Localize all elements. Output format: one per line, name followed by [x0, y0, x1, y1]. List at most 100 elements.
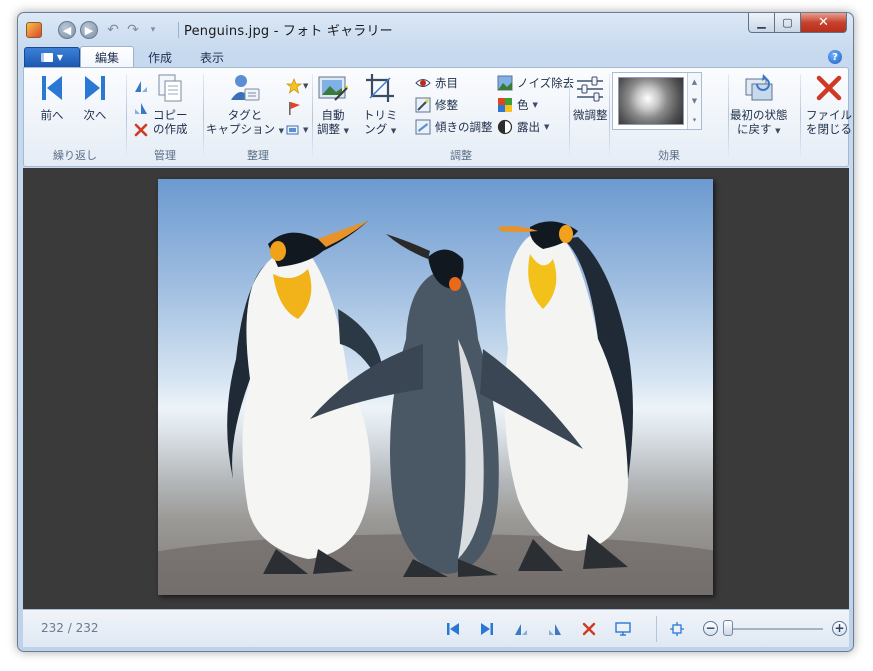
- file-menu-icon: [40, 53, 53, 62]
- window-title: Penguins.jpg - フォト ギャラリー: [184, 24, 393, 39]
- previous-button[interactable]: 前へ: [36, 72, 68, 122]
- delete-icon[interactable]: [133, 122, 149, 138]
- zoom-out-button[interactable]: −: [703, 621, 718, 636]
- zoom-slider-thumb[interactable]: [723, 620, 733, 636]
- chevron-down-icon[interactable]: ▼: [303, 82, 308, 90]
- close-file-label: ファイル を閉じる: [806, 108, 852, 136]
- retouch-button[interactable]: 修整: [415, 95, 458, 115]
- actual-size-icon[interactable]: [669, 621, 685, 637]
- fine-tune-label: 微調整: [573, 108, 608, 122]
- crop-label-line2: ング: [364, 122, 388, 136]
- tab-view[interactable]: 表示: [186, 47, 238, 68]
- noise-reduction-button[interactable]: ノイズ除去: [497, 73, 574, 93]
- group-organize: タグと キャプション ▼ ▼ ▼ 整理: [204, 68, 312, 166]
- photo-viewer[interactable]: [23, 168, 849, 609]
- properties-icon[interactable]: [286, 122, 302, 138]
- group-separator: [728, 74, 729, 158]
- back-icon[interactable]: ◀: [58, 21, 76, 39]
- close-file-label-line1: ファイル: [806, 108, 852, 122]
- chevron-down-icon[interactable]: ▼: [303, 126, 308, 134]
- gallery-expand-icon[interactable]: ▾: [693, 116, 697, 124]
- chevron-down-icon: ▼: [775, 127, 781, 135]
- make-copy-label: コピー の作成: [153, 108, 188, 136]
- group-navigate: 前へ 次へ 繰り返し: [24, 68, 126, 166]
- fine-tune-button[interactable]: 微調整: [573, 72, 608, 122]
- revert-to-original-button[interactable]: 最初の状態 に戻す ▼: [730, 72, 788, 138]
- redo-icon[interactable]: ↷: [124, 21, 142, 39]
- chevron-down-icon: ▼: [278, 127, 285, 135]
- next-icon[interactable]: [479, 621, 495, 637]
- gallery-scrollbar[interactable]: ▲ ▼ ▾: [687, 73, 701, 129]
- next-icon: [85, 76, 105, 100]
- eye-icon: [415, 79, 431, 87]
- exposure-button[interactable]: 露出 ▼: [497, 117, 549, 137]
- tags-captions-label-line2: キャプション: [206, 122, 275, 136]
- crop-button[interactable]: トリミ ング ▼: [363, 72, 398, 138]
- noise-reduction-label: ノイズ除去: [517, 76, 575, 90]
- delete-icon[interactable]: [581, 621, 597, 637]
- tab-create[interactable]: 作成: [134, 47, 186, 68]
- minimize-icon: ▁: [757, 16, 766, 29]
- rotate-right-icon[interactable]: [547, 621, 563, 637]
- status-separator: [656, 616, 657, 642]
- zoom-in-button[interactable]: +: [832, 621, 847, 636]
- auto-adjust-icon: [318, 76, 349, 101]
- effect-thumbnail-bw[interactable]: [618, 77, 684, 125]
- photo-gallery-app-icon[interactable]: [26, 22, 42, 38]
- flag-icon[interactable]: [286, 100, 302, 116]
- group-label-effects: 効果: [658, 149, 680, 162]
- rotate-left-icon[interactable]: [513, 621, 529, 637]
- crop-label: トリミ ング ▼: [363, 108, 398, 138]
- rotate-left-icon[interactable]: [133, 78, 149, 94]
- tags-captions-label: タグと キャプション ▼: [206, 108, 284, 138]
- status-bar: 232 / 232 − +: [23, 609, 849, 647]
- chevron-down-icon: ▼: [532, 101, 538, 109]
- close-file-label-line2: を閉じる: [806, 122, 852, 136]
- chevron-down-icon[interactable]: ▼: [692, 97, 697, 105]
- maximize-icon: ▢: [782, 16, 793, 29]
- noise-reduction-icon: [497, 75, 513, 91]
- straighten-button[interactable]: 傾きの調整: [415, 117, 493, 137]
- zoom-slider-track[interactable]: [723, 628, 823, 630]
- group-adjust: 自動 調整 ▼ トリミ ング ▼ 赤目 修整 傾きの調整 ノイズ除去 色 ▼ 露…: [313, 68, 609, 166]
- straighten-icon: [415, 119, 431, 135]
- minimize-button[interactable]: ▁: [748, 13, 775, 33]
- group-label-adjust: 調整: [450, 149, 472, 162]
- chevron-up-icon[interactable]: ▲: [692, 78, 697, 86]
- title-separator: [178, 22, 179, 38]
- make-copy-label-line2: の作成: [153, 122, 188, 136]
- make-copy-button[interactable]: コピー の作成: [153, 72, 188, 136]
- next-label: 次へ: [83, 108, 107, 122]
- help-icon[interactable]: ?: [828, 50, 842, 64]
- group-manage: コピー の作成 管理: [127, 68, 203, 166]
- effects-gallery[interactable]: ▲ ▼ ▾: [612, 72, 702, 130]
- close-file-button[interactable]: ファイル を閉じる: [806, 72, 852, 136]
- crop-icon: [366, 74, 395, 102]
- revert-icon: [745, 74, 773, 101]
- next-button[interactable]: 次へ: [79, 72, 111, 122]
- tags-captions-button[interactable]: タグと キャプション ▼: [206, 72, 284, 138]
- quick-access-customize-icon[interactable]: ▾: [144, 21, 162, 39]
- red-eye-button[interactable]: 赤目: [415, 73, 458, 93]
- forward-icon[interactable]: ▶: [80, 21, 98, 39]
- file-menu-button[interactable]: ▼: [24, 47, 80, 68]
- chevron-down-icon: ▼: [390, 127, 397, 135]
- rotate-right-icon[interactable]: [133, 100, 149, 116]
- color-button[interactable]: 色 ▼: [497, 95, 538, 115]
- group-separator: [569, 74, 570, 158]
- maximize-button[interactable]: ▢: [775, 13, 801, 33]
- color-label: 色: [517, 98, 529, 112]
- tab-edit[interactable]: 編集: [80, 46, 135, 68]
- previous-icon[interactable]: [445, 621, 461, 637]
- copy-document-icon: [158, 74, 182, 102]
- people-tag-icon: [231, 75, 260, 101]
- close-window-button[interactable]: ✕: [801, 13, 847, 33]
- undo-icon[interactable]: ↶: [104, 21, 122, 39]
- slideshow-icon[interactable]: [615, 621, 631, 637]
- star-rating-icon[interactable]: [286, 78, 302, 94]
- retouch-label: 修整: [435, 98, 458, 112]
- auto-adjust-button[interactable]: 自動 調整 ▼: [317, 72, 349, 138]
- revert-label: 最初の状態 に戻す ▼: [730, 108, 788, 138]
- auto-adjust-label: 自動 調整 ▼: [317, 108, 349, 138]
- group-label-organize: 整理: [247, 149, 269, 162]
